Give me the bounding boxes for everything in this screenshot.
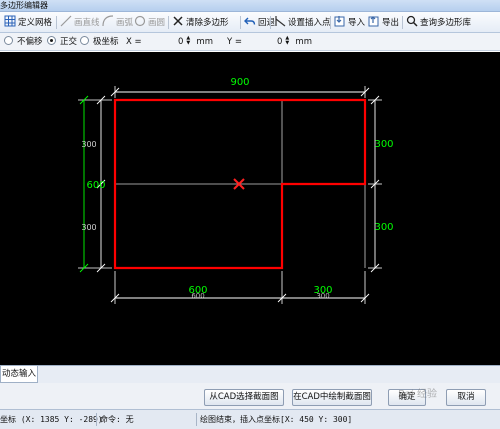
dim-top-label: 900 <box>230 77 249 88</box>
dim-right-bottom-label: 300 <box>374 222 393 233</box>
dimension-lines <box>96 87 380 303</box>
define-grid-button[interactable]: 定义网格 <box>4 15 52 30</box>
toolbar-separator <box>270 16 271 29</box>
tab-dynamic-input[interactable]: 动态输入 <box>0 366 38 383</box>
extension-lines <box>78 86 382 304</box>
export-icon <box>368 15 380 27</box>
watermark: Bai 经验 <box>398 389 437 400</box>
orthogonal-radio[interactable]: 正交 <box>47 35 77 49</box>
y-value: 0 <box>277 37 283 47</box>
radio-circle <box>4 36 13 45</box>
import-label: 导入 <box>348 18 366 28</box>
status-message: 绘图结束，插入点坐标[X: 450 Y: 300] <box>200 415 353 424</box>
toolbar-separator <box>56 16 57 29</box>
draw-arc-label: 画弧 <box>116 18 134 28</box>
dim-bottom-left-ghost-label: 600 <box>191 292 204 300</box>
dim-left-bottom-label: 300 <box>81 223 96 232</box>
spinner-arrows-icon[interactable]: ▲ ▼ <box>186 36 192 46</box>
select-from-cad-button[interactable]: 从CAD选择截面图 <box>204 389 284 406</box>
x-value-field[interactable]: 0 ▲ ▼ mm <box>178 35 213 49</box>
undo-label: 回退 <box>258 18 276 28</box>
line-icon <box>60 15 72 27</box>
radio-circle <box>80 36 89 45</box>
query-library-button[interactable]: 查询多边形库 <box>406 15 471 30</box>
spinner-arrows-icon[interactable]: ▲ ▼ <box>285 36 291 46</box>
query-library-label: 查询多边形库 <box>420 18 472 28</box>
export-label: 导出 <box>382 18 400 28</box>
dim-left-total-label: 600 <box>86 180 105 191</box>
no-offset-radio[interactable]: 不偏移 <box>4 35 43 49</box>
draw-arc-button[interactable]: 画弧 <box>102 15 133 30</box>
draw-line-label: 画直线 <box>74 18 100 28</box>
search-icon <box>406 15 418 27</box>
x-label: X = <box>126 37 142 47</box>
grid-icon <box>4 15 16 27</box>
draw-circle-label: 画圆 <box>148 18 166 28</box>
dim-bottom-right-ghost-label: 300 <box>316 292 329 300</box>
circle-icon <box>134 15 146 27</box>
status-command: 命令: 无 <box>100 415 134 424</box>
cancel-button[interactable]: 取消 <box>446 389 486 406</box>
draw-line-button[interactable]: 画直线 <box>60 15 100 30</box>
status-separator <box>196 413 197 426</box>
undo-icon <box>244 15 256 27</box>
toolbar-separator <box>402 16 403 29</box>
define-grid-label: 定义网格 <box>18 18 53 28</box>
y-label: Y = <box>227 37 243 47</box>
dim-left-top-label: 300 <box>81 140 96 149</box>
toolbar-separator <box>330 16 331 29</box>
drawing-canvas[interactable]: 900 300 300 600 300 300 600 600 300 300 <box>0 52 500 365</box>
arc-icon <box>102 15 114 27</box>
x-unit: mm <box>196 37 213 47</box>
clear-polygon-label: 清除多边形 <box>186 18 229 28</box>
y-value-field[interactable]: 0 ▲ ▼ mm <box>277 35 312 49</box>
draw-circle-button[interactable]: 画圆 <box>134 15 165 30</box>
status-separator <box>96 413 97 426</box>
option-bar: 不偏移 正交 极坐标 X = 0 ▲ ▼ mm Y = 0 ▲ ▼ mm <box>0 33 500 51</box>
import-icon <box>334 15 346 27</box>
radio-circle-checked <box>47 36 56 45</box>
set-insert-point-button[interactable]: 设置插入点 <box>274 15 331 30</box>
orthogonal-label: 正交 <box>60 37 78 47</box>
polar-radio[interactable]: 极坐标 <box>80 35 119 49</box>
toolbar-separator <box>240 16 241 29</box>
set-insert-point-label: 设置插入点 <box>288 18 331 28</box>
insert-point-icon <box>274 15 286 27</box>
window-title: 多边形编辑器 <box>0 1 48 10</box>
dimension-labels: 900 300 300 600 300 300 600 600 300 300 <box>81 77 393 300</box>
title-bar: 多边形编辑器 <box>0 0 500 12</box>
export-button[interactable]: 导出 <box>368 15 399 30</box>
toolbar: 定义网格 画直线 画弧 画圆 清除多边形 回退 设置插入点 导入 导出 查询多边… <box>0 12 500 33</box>
bottom-tab-bar: 动态输入 <box>0 365 500 383</box>
status-coords: 坐标 (X: 1385 Y: -289) <box>0 415 103 424</box>
dim-right-top-label: 300 <box>374 139 393 150</box>
x-value: 0 <box>178 37 184 47</box>
drawing-svg[interactable]: 900 300 300 600 300 300 600 600 300 300 <box>0 52 500 365</box>
no-offset-label: 不偏移 <box>17 37 43 47</box>
import-button[interactable]: 导入 <box>334 15 365 30</box>
close-icon <box>172 15 184 27</box>
y-unit: mm <box>295 37 312 47</box>
status-bar: 坐标 (X: 1385 Y: -289) 命令: 无 绘图结束，插入点坐标[X:… <box>0 409 500 429</box>
clear-polygon-button[interactable]: 清除多边形 <box>172 15 229 30</box>
draw-in-cad-button[interactable]: 在CAD中绘制截面图 <box>292 389 372 406</box>
toolbar-separator <box>168 16 169 29</box>
polar-label: 极坐标 <box>93 37 119 47</box>
